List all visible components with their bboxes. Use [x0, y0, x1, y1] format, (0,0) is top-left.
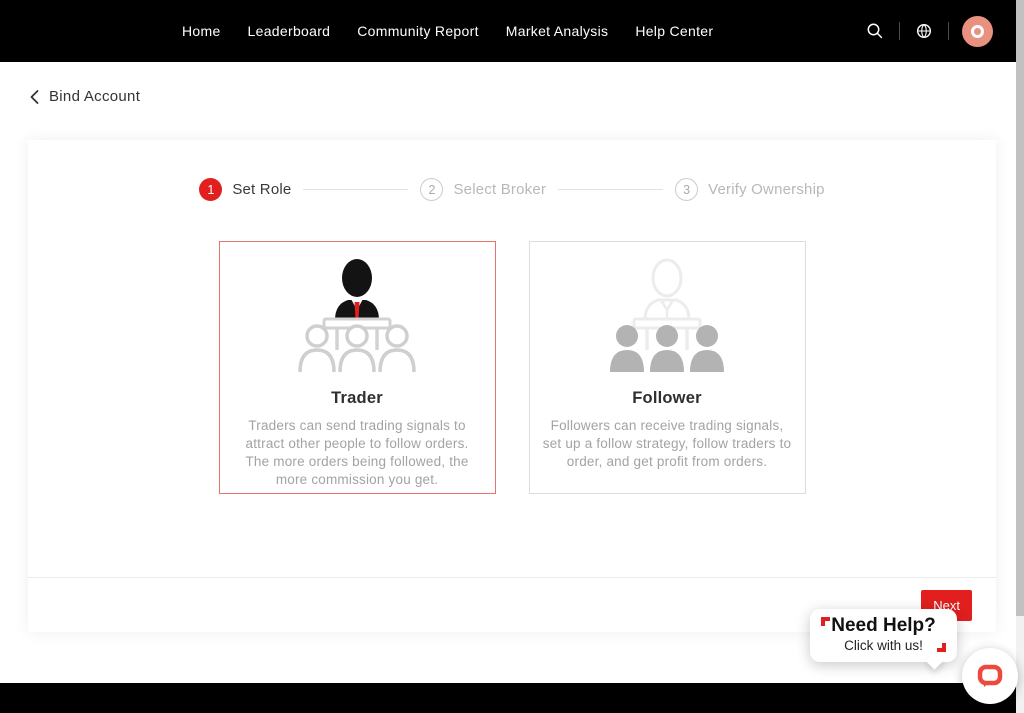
breadcrumb[interactable]: Bind Account — [30, 88, 140, 105]
stepper: 1 Set Role 2 Select Broker 3 Verify Owne… — [28, 178, 996, 201]
scrollbar-track[interactable] — [1016, 0, 1024, 713]
trader-description: Traders can send trading signals to attr… — [220, 417, 495, 489]
nav-item-market-analysis[interactable]: Market Analysis — [506, 23, 609, 39]
step-2-circle: 2 — [420, 178, 443, 201]
nav-item-leaderboard[interactable]: Leaderboard — [248, 23, 331, 39]
globe-icon[interactable] — [913, 20, 935, 42]
nav-item-community-report[interactable]: Community Report — [357, 23, 479, 39]
nav-divider — [899, 22, 900, 40]
step-3-circle: 3 — [675, 178, 698, 201]
nav-divider — [948, 22, 949, 40]
trader-title: Trader — [220, 389, 495, 408]
step-connector — [303, 189, 408, 190]
search-icon[interactable] — [864, 20, 886, 42]
nav-right-controls — [864, 16, 993, 47]
step-2-label: Select Broker — [453, 181, 546, 198]
help-subtitle: Click with us! — [810, 638, 957, 653]
help-title: Need Help? — [810, 616, 957, 637]
corner-mark-icon — [821, 617, 830, 626]
step-set-role: 1 Set Role — [199, 178, 291, 201]
role-card-trader[interactable]: Trader Traders can send trading signals … — [219, 241, 496, 494]
role-cards: Trader Traders can send trading signals … — [28, 241, 996, 494]
footer-bar — [0, 683, 1016, 713]
avatar-ring-glyph — [971, 25, 984, 38]
role-card-follower[interactable]: Follower Followers can receive trading s… — [529, 241, 806, 494]
corner-mark-icon — [937, 643, 946, 652]
bubble-tail — [925, 651, 943, 669]
step-1-label: Set Role — [232, 181, 291, 198]
top-navigation: Home Leaderboard Community Report Market… — [0, 0, 1016, 62]
page-title: Bind Account — [49, 88, 140, 105]
nav-item-help-center[interactable]: Help Center — [635, 23, 713, 39]
follower-description: Followers can receive trading signals, s… — [530, 417, 805, 471]
main-menu: Home Leaderboard Community Report Market… — [182, 23, 713, 39]
follower-title: Follower — [530, 389, 805, 408]
need-help-bubble[interactable]: Need Help? Click with us! — [810, 609, 957, 662]
trader-podium-icon — [292, 258, 422, 378]
follower-podium-icon — [602, 258, 732, 378]
nav-item-home[interactable]: Home — [182, 23, 221, 39]
step-1-circle: 1 — [199, 178, 222, 201]
step-select-broker: 2 Select Broker — [420, 178, 546, 201]
back-chevron-icon — [30, 90, 39, 104]
avatar[interactable] — [962, 16, 993, 47]
bind-account-panel: 1 Set Role 2 Select Broker 3 Verify Owne… — [28, 140, 996, 632]
step-connector — [558, 189, 663, 190]
livechat-launcher-button[interactable] — [962, 648, 1018, 704]
scrollbar-thumb[interactable] — [1016, 0, 1024, 616]
step-3-label: Verify Ownership — [708, 181, 825, 198]
step-verify-ownership: 3 Verify Ownership — [675, 178, 825, 201]
chat-bubble-icon — [975, 661, 1005, 691]
